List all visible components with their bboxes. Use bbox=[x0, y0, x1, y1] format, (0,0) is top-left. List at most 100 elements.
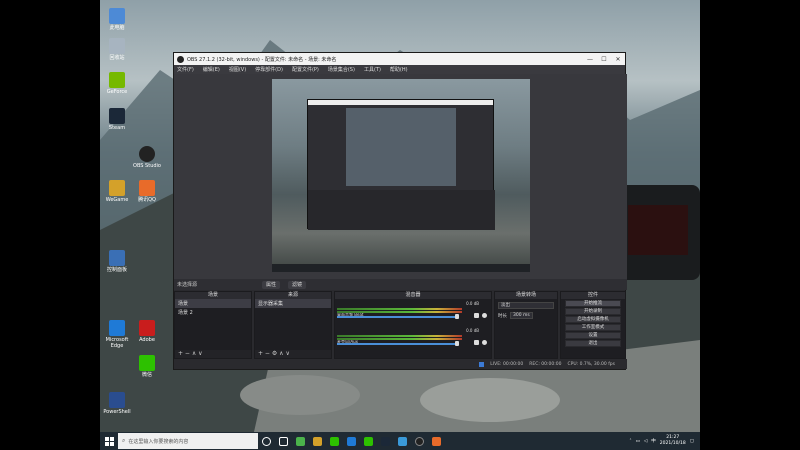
maximize-button[interactable]: ☐ bbox=[597, 56, 611, 63]
taskbar-app-icon[interactable] bbox=[432, 436, 441, 446]
start-recording-button[interactable]: 开始录制 bbox=[565, 308, 621, 315]
volume-slider[interactable] bbox=[337, 343, 455, 345]
network-icon[interactable]: ▭ bbox=[636, 439, 640, 444]
taskbar-app-icon[interactable] bbox=[398, 436, 407, 446]
desktop-icon-qq[interactable]: 腾讯QQ bbox=[133, 180, 161, 203]
volume-meter bbox=[337, 311, 462, 313]
menu-help[interactable]: 帮助(H) bbox=[390, 66, 408, 73]
volume-slider-handle[interactable] bbox=[455, 341, 459, 346]
desktop-icon-wegame[interactable]: WeGame bbox=[103, 180, 131, 203]
scene-transitions-dock: 场景转场 淡出 时长 300 ms bbox=[494, 291, 558, 359]
desktop-icon-steam[interactable]: Steam bbox=[103, 108, 131, 131]
desktop-icon-recycle-bin[interactable]: 回收站 bbox=[103, 38, 131, 61]
taskbar-app-icon[interactable] bbox=[313, 436, 322, 446]
desktop-icon-label: 控制面板 bbox=[106, 267, 127, 273]
volume-icon[interactable]: ◁ bbox=[644, 439, 647, 444]
search-placeholder: 在这里输入你要搜索的内容 bbox=[128, 438, 189, 445]
tray-chevron-icon[interactable]: ˄ bbox=[629, 439, 631, 444]
minimize-button[interactable]: — bbox=[583, 56, 597, 63]
menu-edit[interactable]: 编辑(E) bbox=[203, 66, 220, 73]
menu-profile[interactable]: 配置文件(P) bbox=[292, 66, 319, 73]
start-button[interactable] bbox=[100, 432, 118, 450]
sources-header: 来源 bbox=[255, 292, 331, 299]
mute-icon[interactable] bbox=[474, 313, 479, 318]
volume-meter bbox=[337, 308, 462, 310]
menu-bar: 文件(F) 编辑(E) 视图(V) 停靠部件(D) 配置文件(P) 场景集合(S… bbox=[174, 65, 625, 74]
exit-button[interactable]: 退出 bbox=[565, 340, 621, 347]
transition-select[interactable]: 淡出 bbox=[498, 302, 554, 309]
scene-item[interactable]: 场景 bbox=[175, 299, 251, 308]
no-source-label: 未选择源 bbox=[177, 282, 198, 288]
studio-mode-button[interactable]: 工作室模式 bbox=[565, 324, 621, 331]
desktop-icon-label: PowerShell bbox=[103, 409, 131, 415]
transitions-header: 场景转场 bbox=[495, 292, 557, 299]
desktop-icon-obs[interactable]: OBS Studio bbox=[133, 146, 161, 169]
window-title: OBS 27.1.2 (32-bit, windows) - 配置文件: 未命名… bbox=[187, 56, 337, 63]
sources-toolbar[interactable]: + − ⚙ ∧ ∨ bbox=[255, 350, 331, 358]
desktop-icon-label: WeGame bbox=[105, 197, 129, 203]
screen-frame: 此电脑 回收站 GeForce Steam OBS Studio WeGame … bbox=[0, 0, 800, 450]
scene-item[interactable]: 场景 2 bbox=[175, 308, 251, 317]
sources-dock: 来源 显示器采集 + − ⚙ ∧ ∨ bbox=[254, 291, 332, 359]
scenes-header: 场景 bbox=[175, 292, 251, 299]
input-language[interactable]: 中 bbox=[651, 438, 656, 444]
rec-time: REC: 00:00:00 bbox=[529, 361, 562, 367]
obs-window[interactable]: OBS 27.1.2 (32-bit, windows) - 配置文件: 未命名… bbox=[173, 52, 627, 370]
cpu-fps: CPU: 0.7%, 30.00 fps bbox=[567, 361, 616, 367]
desktop-icon-control-panel[interactable]: 控制面板 bbox=[103, 250, 131, 273]
settings-button[interactable]: 设置 bbox=[565, 332, 621, 339]
edge-taskbar-icon[interactable] bbox=[347, 436, 356, 446]
menu-scene-collection[interactable]: 场景集合(S) bbox=[328, 66, 355, 73]
taskbar-app-icon[interactable] bbox=[364, 436, 373, 446]
task-view-icon[interactable] bbox=[279, 436, 288, 446]
desktop-icon-wechat[interactable]: 微信 bbox=[133, 355, 161, 378]
source-toolbar: 未选择源 属性 滤镜 bbox=[174, 279, 627, 290]
clock[interactable]: 21:27 2021/10/18 bbox=[660, 435, 686, 447]
gear-icon[interactable] bbox=[482, 340, 487, 345]
menu-tools[interactable]: 工具(T) bbox=[364, 66, 381, 73]
menu-view[interactable]: 视图(V) bbox=[229, 66, 246, 73]
notifications-icon[interactable]: ▢ bbox=[690, 439, 694, 444]
desktop-icon-label: Microsoft Edge bbox=[105, 337, 129, 349]
desktop-icon-label: 微信 bbox=[141, 372, 152, 378]
duration-input[interactable]: 300 ms bbox=[510, 312, 533, 319]
cortana-icon[interactable] bbox=[262, 436, 271, 446]
live-indicator-icon bbox=[479, 361, 485, 367]
steam-taskbar-icon[interactable] bbox=[381, 436, 390, 446]
desktop-icon-label: 腾讯QQ bbox=[138, 197, 156, 203]
desktop-icon-label: OBS Studio bbox=[133, 163, 161, 169]
mute-icon[interactable] bbox=[474, 340, 479, 345]
menu-file[interactable]: 文件(F) bbox=[177, 66, 194, 73]
properties-button[interactable]: 属性 bbox=[262, 281, 281, 289]
volume-meter bbox=[337, 338, 462, 340]
preview-canvas[interactable] bbox=[174, 74, 627, 279]
live-time: LIVE: 00:00:00 bbox=[490, 361, 524, 367]
menu-docks[interactable]: 停靠部件(D) bbox=[255, 66, 283, 73]
taskbar-search-input[interactable]: ⌕ 在这里输入你要搜索的内容 bbox=[118, 433, 258, 449]
desktop-icon-geforce[interactable]: GeForce bbox=[103, 72, 131, 95]
desktop-icon-adobe[interactable]: Adobe bbox=[133, 320, 161, 343]
desktop-icon-label: Steam bbox=[108, 125, 126, 131]
scenes-toolbar[interactable]: + − ∧ ∨ bbox=[175, 350, 251, 358]
start-virtual-camera-button[interactable]: 启动虚拟摄像机 bbox=[565, 316, 621, 323]
volume-slider[interactable] bbox=[337, 316, 455, 318]
taskbar-app-icon[interactable] bbox=[296, 436, 305, 446]
desktop-icon-this-pc[interactable]: 此电脑 bbox=[103, 8, 131, 31]
obs-title-bar[interactable]: OBS 27.1.2 (32-bit, windows) - 配置文件: 未命名… bbox=[174, 53, 625, 65]
scenes-dock: 场景 场景 场景 2 + − ∧ ∨ bbox=[174, 291, 252, 359]
gear-icon[interactable] bbox=[482, 313, 487, 318]
channel-db: 0.0 dB bbox=[466, 301, 479, 306]
start-streaming-button[interactable]: 开始推流 bbox=[565, 300, 621, 307]
close-button[interactable]: ✕ bbox=[611, 56, 625, 63]
desktop-icon-powershell[interactable]: PowerShell bbox=[103, 392, 131, 415]
desktop-icon-label: GeForce bbox=[106, 89, 128, 95]
desktop-icon-edge[interactable]: Microsoft Edge bbox=[103, 320, 131, 349]
status-bar: LIVE: 00:00:00 REC: 00:00:00 CPU: 0.7%, … bbox=[174, 359, 627, 369]
nested-taskbar bbox=[272, 264, 530, 272]
wechat-taskbar-icon[interactable] bbox=[330, 436, 339, 446]
obs-taskbar-icon[interactable] bbox=[415, 436, 424, 446]
volume-slider-handle[interactable] bbox=[455, 314, 459, 319]
filters-button[interactable]: 滤镜 bbox=[288, 281, 307, 289]
channel-db: 0.0 dB bbox=[466, 328, 479, 333]
source-item[interactable]: 显示器采集 bbox=[255, 299, 331, 308]
